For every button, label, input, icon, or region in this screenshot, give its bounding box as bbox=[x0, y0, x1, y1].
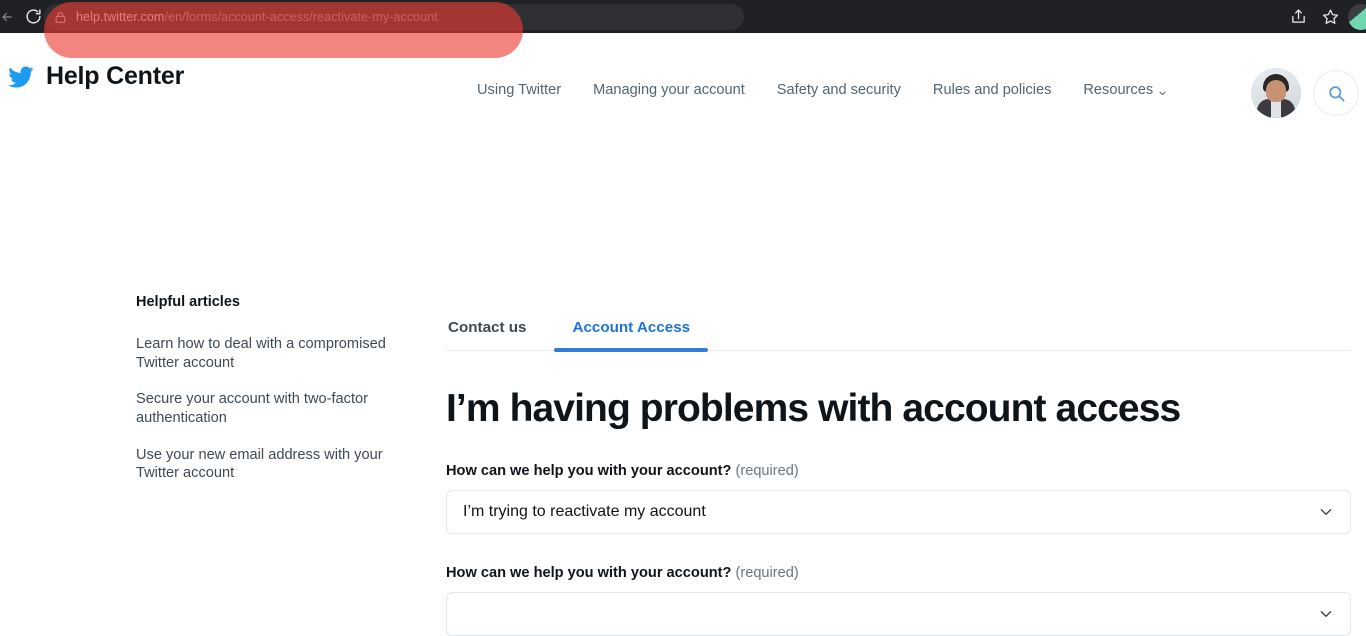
nav-label: Managing your account bbox=[593, 82, 745, 98]
form-heading: I’m having problems with account access bbox=[446, 387, 1181, 430]
share-icon[interactable] bbox=[1284, 3, 1312, 31]
address-bar[interactable]: help.twitter.com/en/forms/account-access… bbox=[44, 4, 744, 30]
select-value: I’m trying to reactivate my account bbox=[463, 502, 706, 520]
nav-label: Safety and security bbox=[776, 82, 901, 98]
twitter-bird-icon bbox=[6, 64, 36, 90]
field-label-text: How can we help you with your account? bbox=[446, 462, 732, 479]
browser-toolbar: help.twitter.com/en/forms/account-access… bbox=[0, 0, 1366, 33]
form-column: Contact us Account Access I’m having pro… bbox=[446, 309, 1351, 636]
form-field-account-help-1: How can we help you with your account? (… bbox=[446, 463, 1351, 534]
nav-label: Rules and policies bbox=[932, 82, 1052, 98]
nav-item-using-twitter[interactable]: Using Twitter bbox=[477, 82, 561, 98]
page-body: Help Center Using Twitter Managing your … bbox=[0, 33, 1366, 636]
tab-contact-us[interactable]: Contact us bbox=[446, 309, 528, 350]
url-host: help.twitter.com bbox=[76, 10, 165, 24]
nav-item-resources[interactable]: Resources bbox=[1083, 82, 1167, 98]
reload-icon[interactable] bbox=[22, 6, 44, 28]
nav-item-rules-and-policies[interactable]: Rules and policies bbox=[933, 82, 1051, 98]
search-button[interactable] bbox=[1313, 70, 1359, 116]
nav-item-safety-and-security[interactable]: Safety and security bbox=[777, 82, 901, 98]
nav-label: Resources bbox=[1083, 82, 1154, 98]
url-path: /en/forms/account-access/reactivate-my-a… bbox=[164, 10, 438, 24]
site-header: Help Center Using Twitter Managing your … bbox=[0, 33, 1366, 121]
account-help-select-2[interactable] bbox=[446, 591, 1351, 636]
form-field-account-help-2: How can we help you with your account? (… bbox=[446, 565, 1351, 636]
sidebar-article-link[interactable]: Secure your account with two-factor auth… bbox=[136, 390, 408, 427]
star-icon[interactable] bbox=[1316, 3, 1344, 31]
main-navigation: Using Twitter Managing your account Safe… bbox=[477, 82, 1167, 98]
field-required-marker: (required) bbox=[735, 462, 799, 479]
chevron-down-icon bbox=[1158, 86, 1167, 95]
chevron-down-icon bbox=[1318, 504, 1334, 520]
url-text: help.twitter.com/en/forms/account-access… bbox=[76, 10, 438, 24]
field-required-marker: (required) bbox=[735, 564, 799, 581]
tab-bar: Contact us Account Access bbox=[446, 309, 1351, 352]
sidebar-article-link[interactable]: Learn how to deal with a compromised Twi… bbox=[136, 335, 408, 372]
field-label: How can we help you with your account? (… bbox=[446, 463, 1351, 479]
sidebar-title: Helpful articles bbox=[136, 294, 240, 310]
nav-item-managing-your-account[interactable]: Managing your account bbox=[593, 82, 745, 98]
user-avatar[interactable] bbox=[1251, 68, 1301, 118]
avatar-shirt bbox=[1271, 101, 1281, 118]
back-icon[interactable] bbox=[0, 6, 14, 28]
lock-icon bbox=[54, 11, 67, 24]
helpful-articles-sidebar: Helpful articles Learn how to deal with … bbox=[136, 294, 426, 501]
account-help-select-1[interactable]: I’m trying to reactivate my account bbox=[446, 489, 1351, 534]
browser-right-actions bbox=[1284, 0, 1366, 33]
tab-account-access[interactable]: Account Access bbox=[554, 309, 708, 352]
chevron-down-icon bbox=[1318, 606, 1334, 622]
page-title: Help Center bbox=[46, 62, 185, 90]
sidebar-article-link[interactable]: Use your new email address with your Twi… bbox=[136, 446, 408, 483]
browser-profile-avatar[interactable] bbox=[1348, 3, 1366, 30]
field-label: How can we help you with your account? (… bbox=[446, 565, 1351, 581]
brand[interactable]: Help Center bbox=[6, 62, 184, 91]
avatar-face bbox=[1266, 80, 1286, 102]
nav-label: Using Twitter bbox=[477, 82, 562, 98]
header-actions bbox=[1251, 68, 1359, 118]
field-label-text: How can we help you with your account? bbox=[446, 564, 732, 581]
search-icon bbox=[1327, 84, 1346, 103]
browser-nav-icons bbox=[2, 6, 44, 28]
